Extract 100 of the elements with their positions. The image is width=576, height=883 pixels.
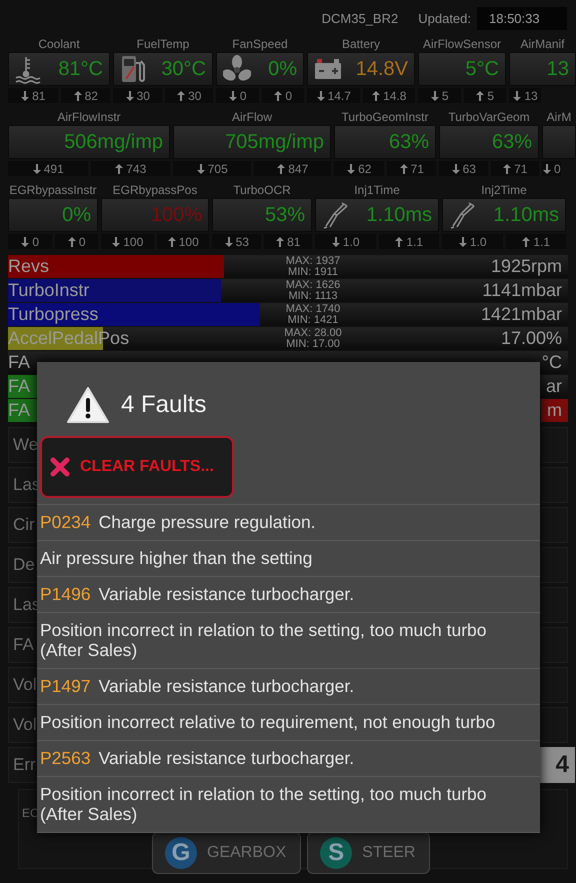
down-arrow-icon [330, 236, 341, 248]
close-icon [50, 457, 70, 477]
fault-code: P1496 [40, 584, 91, 604]
fault-description: Position incorrect in relation to the setting, too much turbo (After Sales) [37, 612, 540, 668]
battery-icon [314, 57, 342, 81]
gauge-label: Inj2Time [480, 182, 528, 198]
gauge-label: AirM [546, 109, 572, 125]
down-arrow-icon [124, 90, 135, 102]
injector-icon [322, 200, 350, 230]
letter-badge: S [320, 837, 352, 869]
gauge-value: 14.8V [356, 58, 408, 80]
min-value: 30 [136, 88, 150, 102]
min-value: 53 [236, 234, 249, 248]
min-reading: MIN: 1113 [287, 290, 339, 302]
up-arrow-icon [276, 162, 286, 174]
gauge-label: TurboVarGeom [447, 109, 531, 125]
device-name: DCM35_BR2 [322, 10, 398, 26]
meter-label: FA [8, 376, 30, 397]
up-arrow-icon [475, 90, 486, 102]
gauge-value: 63% [492, 130, 532, 154]
fan-icon [223, 55, 251, 83]
max-value: 82 [84, 88, 98, 102]
up-arrow-icon [371, 90, 382, 102]
gauge-display [542, 125, 576, 159]
max-value: 0 [285, 88, 292, 102]
info-label: De [13, 555, 35, 575]
meter-label: FA [8, 400, 30, 421]
up-arrow-icon [502, 162, 512, 174]
up-arrow-icon [66, 236, 77, 248]
gauge-value: 13 [546, 58, 569, 80]
gauge-label: AirFlowInstr [56, 109, 122, 125]
fuel-pump-icon [120, 54, 146, 84]
min-value: 705 [208, 162, 228, 176]
thermometer-icon [15, 54, 41, 84]
gauge-value: 0% [268, 58, 297, 80]
updated-time: 18:50:33 [477, 6, 567, 30]
fault-title: Variable resistance turbocharger. [98, 676, 354, 696]
max-value: 14.8 [383, 88, 406, 102]
max-reading: MAX: 28.00 [283, 328, 343, 338]
error-count: 4 [539, 747, 575, 783]
gauge-value: 506mg/imp [64, 130, 163, 154]
max-reading: MAX: 1626 [284, 280, 342, 290]
info-label: Vol [13, 715, 37, 735]
gauge-label: Inj1Time [353, 182, 401, 198]
up-arrow-icon [521, 236, 532, 248]
min-reading: MIN: 1421 [286, 314, 340, 326]
gauge-label: Coolant [37, 36, 81, 52]
gauge-value: 705mg/imp [225, 130, 324, 154]
down-arrow-icon [542, 162, 552, 174]
fault-code: P2563 [40, 748, 91, 768]
gauge-label: FanSpeed [231, 36, 289, 52]
module-button[interactable]: G GEARBOX [152, 832, 302, 874]
up-arrow-icon [114, 162, 124, 174]
gauge-value: 53% [264, 204, 305, 226]
max-value: 81 [287, 234, 300, 248]
max-value: 5 [487, 88, 494, 102]
min-value: 13 [524, 88, 538, 102]
min-value: 1.0 [342, 234, 360, 248]
meter-label: TurboInstr [8, 280, 90, 301]
min-reading: MIN: 17.00 [285, 338, 341, 350]
gauge-label: AirFlow [230, 109, 273, 125]
min-value: 14.7 [328, 88, 351, 102]
up-arrow-icon [273, 90, 284, 102]
meter-label: Turbopress [8, 304, 98, 325]
max-value: 30 [188, 88, 202, 102]
fault-description: Position incorrect relative to requirement, not enough turbo [37, 704, 540, 740]
module-button[interactable]: S STEER [307, 832, 430, 874]
up-arrow-icon [176, 90, 186, 102]
down-arrow-icon [430, 90, 440, 102]
clear-faults-button[interactable]: CLEAR FAULTS... [40, 436, 234, 498]
max-value: 1.1 [406, 234, 424, 248]
updated-label: Updated: [418, 10, 471, 26]
injector-icon [449, 200, 477, 230]
max-value: 743 [126, 162, 146, 176]
min-value: 0 [554, 162, 561, 176]
gauge-value: 100% [150, 204, 202, 226]
gauge-label: AirManif [519, 36, 566, 52]
up-arrow-icon [394, 236, 404, 248]
up-arrow-icon [398, 162, 409, 174]
fault-title: Variable resistance turbocharger. [98, 584, 354, 604]
gauge-label: AirFlowSensor [422, 36, 502, 52]
up-arrow-icon [72, 90, 83, 102]
fault-title: Variable resistance turbocharger. [98, 748, 354, 768]
fault-title: Charge pressure regulation. [98, 512, 316, 532]
meter-reading: 1421mbar [480, 303, 563, 326]
gauge-value: 63% [388, 130, 429, 154]
meter-label: Revs [8, 256, 50, 277]
gauge-label: Battery [340, 36, 381, 52]
down-arrow-icon [450, 162, 461, 174]
meter-label: FA [8, 352, 30, 373]
down-arrow-icon [512, 90, 522, 102]
down-arrow-icon [316, 90, 326, 102]
min-value: 62 [358, 162, 372, 176]
fault-description: Position incorrect in relation to the setting, too much turbo (After Sales) [37, 776, 540, 832]
fault-code: P0234 [40, 512, 91, 532]
down-arrow-icon [32, 162, 42, 174]
max-value: 71 [514, 162, 528, 176]
info-label: Err [13, 755, 36, 775]
meter-reading: 1141mbar [481, 279, 563, 302]
max-reading: MAX: 1740 [284, 304, 342, 314]
